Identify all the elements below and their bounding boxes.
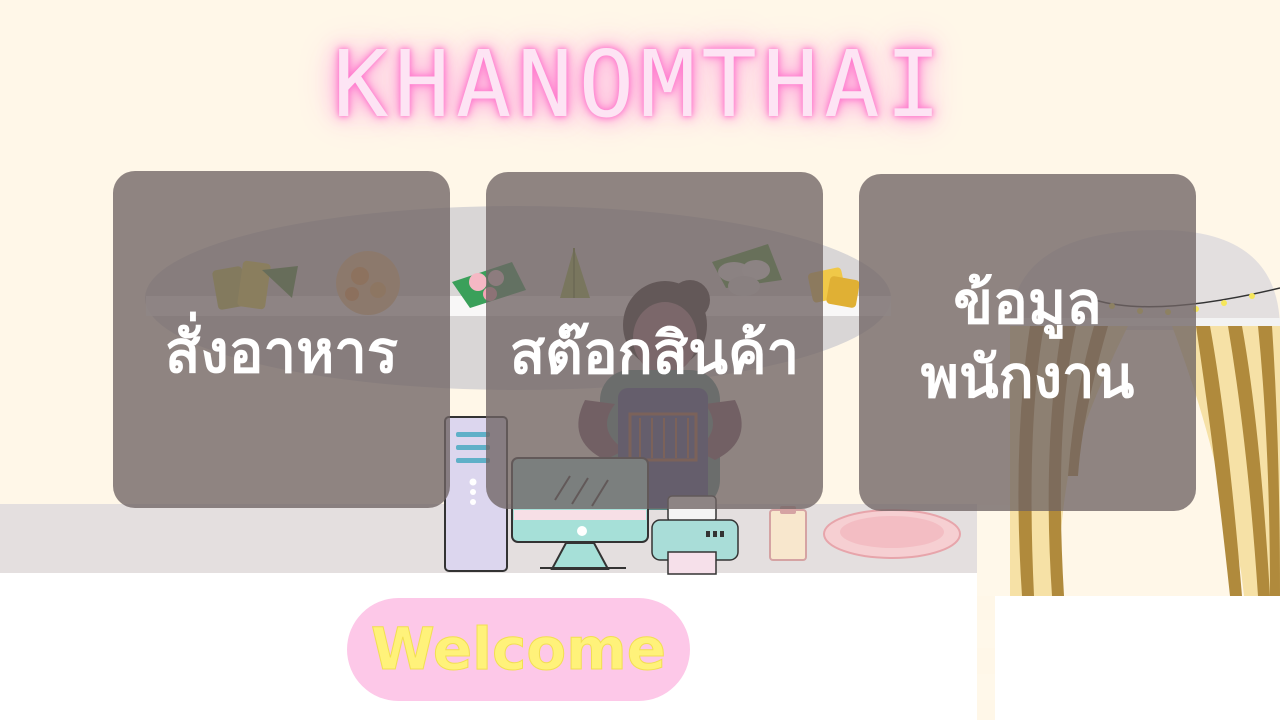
employee-info-button[interactable]: ข้อมูล พนักงาน [859, 174, 1196, 511]
plate-icon [823, 509, 961, 559]
clipboard-icon [769, 506, 807, 561]
employee-info-label-line2: พนักงาน [920, 343, 1135, 411]
stock-label: สต๊อกสินค้า [509, 319, 800, 387]
employee-info-label-line1: ข้อมูล [953, 269, 1102, 337]
app-title: KHANOMTHAI [333, 31, 947, 138]
order-food-button[interactable]: สั่งอาหาร [113, 171, 450, 508]
employee-info-label: ข้อมูล พนักงาน [859, 268, 1196, 412]
stock-button[interactable]: สต๊อกสินค้า [486, 172, 823, 509]
welcome-button[interactable]: Welcome [347, 598, 690, 701]
order-food-label: สั่งอาหาร [164, 318, 399, 386]
